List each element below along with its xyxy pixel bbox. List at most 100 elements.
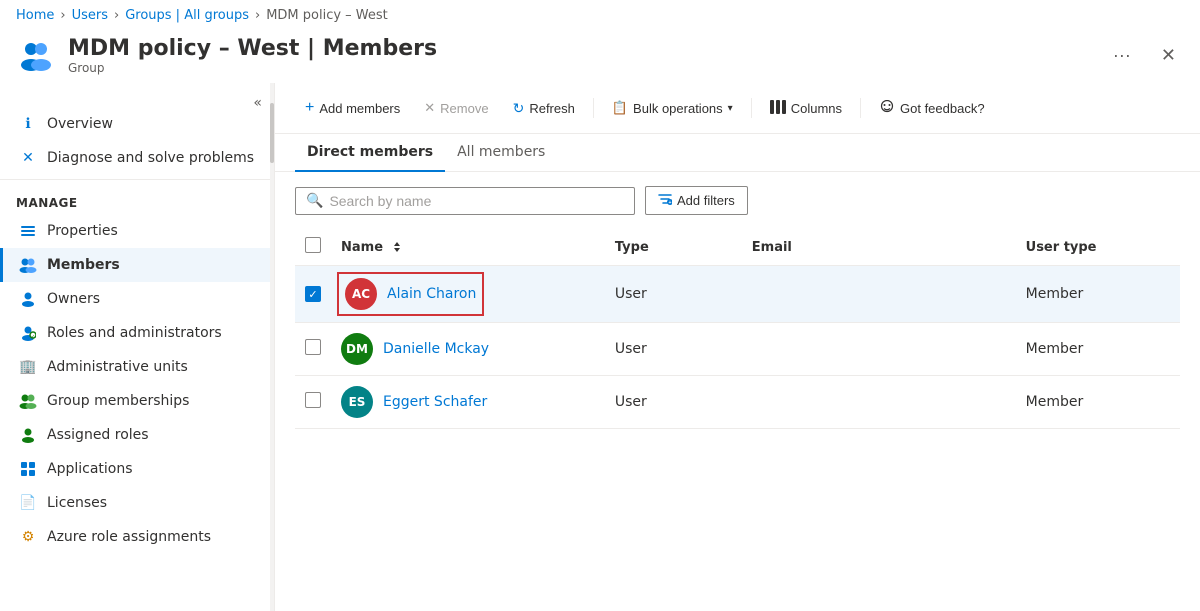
sidebar-item-label: Applications xyxy=(47,461,133,477)
admin-units-icon: 🏢 xyxy=(19,358,37,376)
search-icon: 🔍 xyxy=(306,193,323,209)
select-all-checkbox[interactable] xyxy=(305,237,321,253)
search-filter-row: 🔍 + Add filters xyxy=(275,172,1200,229)
sidebar-collapse-button[interactable]: « xyxy=(249,91,266,115)
info-icon: ℹ xyxy=(19,115,37,133)
breadcrumb-home[interactable]: Home xyxy=(16,8,54,23)
type-cell: User xyxy=(605,323,742,376)
members-table: Name Type Email User type xyxy=(295,229,1180,429)
table-row: ✓ AC Alain Charon User Member xyxy=(295,266,1180,323)
sidebar-item-members[interactable]: Members xyxy=(0,248,274,282)
col-header-name: Name xyxy=(331,229,605,266)
sidebar-item-group-memberships[interactable]: Group memberships xyxy=(0,384,274,418)
header-title-block: MDM policy – West | Members Group xyxy=(68,36,1091,75)
email-cell xyxy=(742,323,1016,376)
sidebar-item-label: Roles and administrators xyxy=(47,325,222,341)
col-header-usertype: User type xyxy=(1016,229,1180,266)
sidebar-item-properties[interactable]: Properties xyxy=(0,214,274,248)
row-checkbox-cell: ✓ xyxy=(295,266,331,323)
members-table-container: Name Type Email User type xyxy=(275,229,1200,429)
breadcrumb-groups[interactable]: Groups | All groups xyxy=(125,8,249,23)
name-cell: ES Eggert Schafer xyxy=(331,376,605,429)
toolbar: + Add members ✕ Remove ↻ Refresh 📋 Bulk … xyxy=(275,83,1200,134)
row-checkbox[interactable] xyxy=(305,392,321,408)
breadcrumb-current: MDM policy – West xyxy=(266,8,388,23)
sidebar-item-label: Owners xyxy=(47,291,100,307)
add-members-button[interactable]: + Add members xyxy=(295,93,410,123)
assigned-roles-icon xyxy=(19,426,37,444)
tab-all-members[interactable]: All members xyxy=(445,134,557,172)
name-cell: AC Alain Charon xyxy=(331,266,605,323)
refresh-button[interactable]: ↻ Refresh xyxy=(503,94,585,123)
col-header-checkbox xyxy=(295,229,331,266)
manage-section-label: Manage xyxy=(0,184,274,214)
sidebar-item-owners[interactable]: Owners xyxy=(0,282,274,316)
more-options-button[interactable]: ··· xyxy=(1103,39,1141,72)
type-cell: User xyxy=(605,376,742,429)
tabs: Direct members All members xyxy=(275,134,1200,172)
sidebar: « ℹ Overview ✕ Diagnose and solve proble… xyxy=(0,83,275,611)
azure-roles-icon: ⚙ xyxy=(19,528,37,546)
sidebar-item-licenses[interactable]: 📄 Licenses xyxy=(0,486,274,520)
member-name-link[interactable]: Danielle Mckay xyxy=(383,341,489,357)
content-area: + Add members ✕ Remove ↻ Refresh 📋 Bulk … xyxy=(275,83,1200,611)
member-name-link[interactable]: Alain Charon xyxy=(387,286,476,302)
columns-button[interactable]: Columns xyxy=(760,94,852,123)
sidebar-item-admin-units[interactable]: 🏢 Administrative units xyxy=(0,350,274,384)
page-title: MDM policy – West | Members xyxy=(68,36,1091,61)
bulk-icon: 📋 xyxy=(612,100,628,116)
main-layout: « ℹ Overview ✕ Diagnose and solve proble… xyxy=(0,83,1200,611)
sidebar-item-assigned-roles[interactable]: Assigned roles xyxy=(0,418,274,452)
svg-text:+: + xyxy=(669,200,672,206)
sort-name-icon[interactable] xyxy=(392,240,402,254)
tab-direct-members[interactable]: Direct members xyxy=(295,134,445,172)
row-checkbox[interactable]: ✓ xyxy=(305,286,321,302)
feedback-button[interactable]: Got feedback? xyxy=(869,94,995,123)
remove-icon: ✕ xyxy=(424,100,435,116)
table-row: DM Danielle Mckay User Member xyxy=(295,323,1180,376)
avatar: AC xyxy=(345,278,377,310)
add-filters-button[interactable]: + Add filters xyxy=(645,186,748,215)
sidebar-item-overview[interactable]: ℹ Overview xyxy=(0,107,274,141)
sidebar-item-label: Azure role assignments xyxy=(47,529,211,545)
name-cell: DM Danielle Mckay xyxy=(331,323,605,376)
breadcrumb-users[interactable]: Users xyxy=(72,8,108,23)
usertype-cell: Member xyxy=(1016,376,1180,429)
close-button[interactable]: ✕ xyxy=(1153,41,1184,70)
page-header: MDM policy – West | Members Group ··· ✕ xyxy=(0,31,1200,83)
licenses-icon: 📄 xyxy=(19,494,37,512)
row-checkbox-cell xyxy=(295,323,331,376)
sidebar-item-label: Members xyxy=(47,257,120,273)
email-cell xyxy=(742,376,1016,429)
email-cell xyxy=(742,266,1016,323)
applications-icon xyxy=(19,460,37,478)
table-row: ES Eggert Schafer User Member xyxy=(295,376,1180,429)
usertype-cell: Member xyxy=(1016,266,1180,323)
scrollbar[interactable] xyxy=(270,83,274,611)
owners-icon xyxy=(19,290,37,308)
sidebar-item-azure-roles[interactable]: ⚙ Azure role assignments xyxy=(0,520,274,554)
avatar: DM xyxy=(341,333,373,365)
columns-icon xyxy=(770,100,786,117)
sidebar-item-roles[interactable]: ✓ Roles and administrators xyxy=(0,316,274,350)
bulk-operations-button[interactable]: 📋 Bulk operations ▾ xyxy=(602,94,743,122)
sidebar-item-applications[interactable]: Applications xyxy=(0,452,274,486)
toolbar-separator-2 xyxy=(751,98,752,118)
row-checkbox[interactable] xyxy=(305,339,321,355)
sidebar-item-label: Assigned roles xyxy=(47,427,149,443)
sidebar-item-label: Overview xyxy=(47,116,113,132)
add-icon: + xyxy=(305,99,314,117)
sidebar-item-label: Diagnose and solve problems xyxy=(47,150,254,166)
filter-icon: + xyxy=(658,192,672,209)
members-icon xyxy=(19,256,37,274)
toolbar-separator xyxy=(593,98,594,118)
member-name-link[interactable]: Eggert Schafer xyxy=(383,394,487,410)
refresh-icon: ↻ xyxy=(513,100,525,117)
sidebar-item-label: Group memberships xyxy=(47,393,189,409)
sidebar-item-diagnose[interactable]: ✕ Diagnose and solve problems xyxy=(0,141,274,175)
usertype-cell: Member xyxy=(1016,323,1180,376)
search-input[interactable] xyxy=(329,193,624,209)
remove-button[interactable]: ✕ Remove xyxy=(414,94,498,122)
svg-text:✓: ✓ xyxy=(31,334,35,340)
roles-icon: ✓ xyxy=(19,324,37,342)
